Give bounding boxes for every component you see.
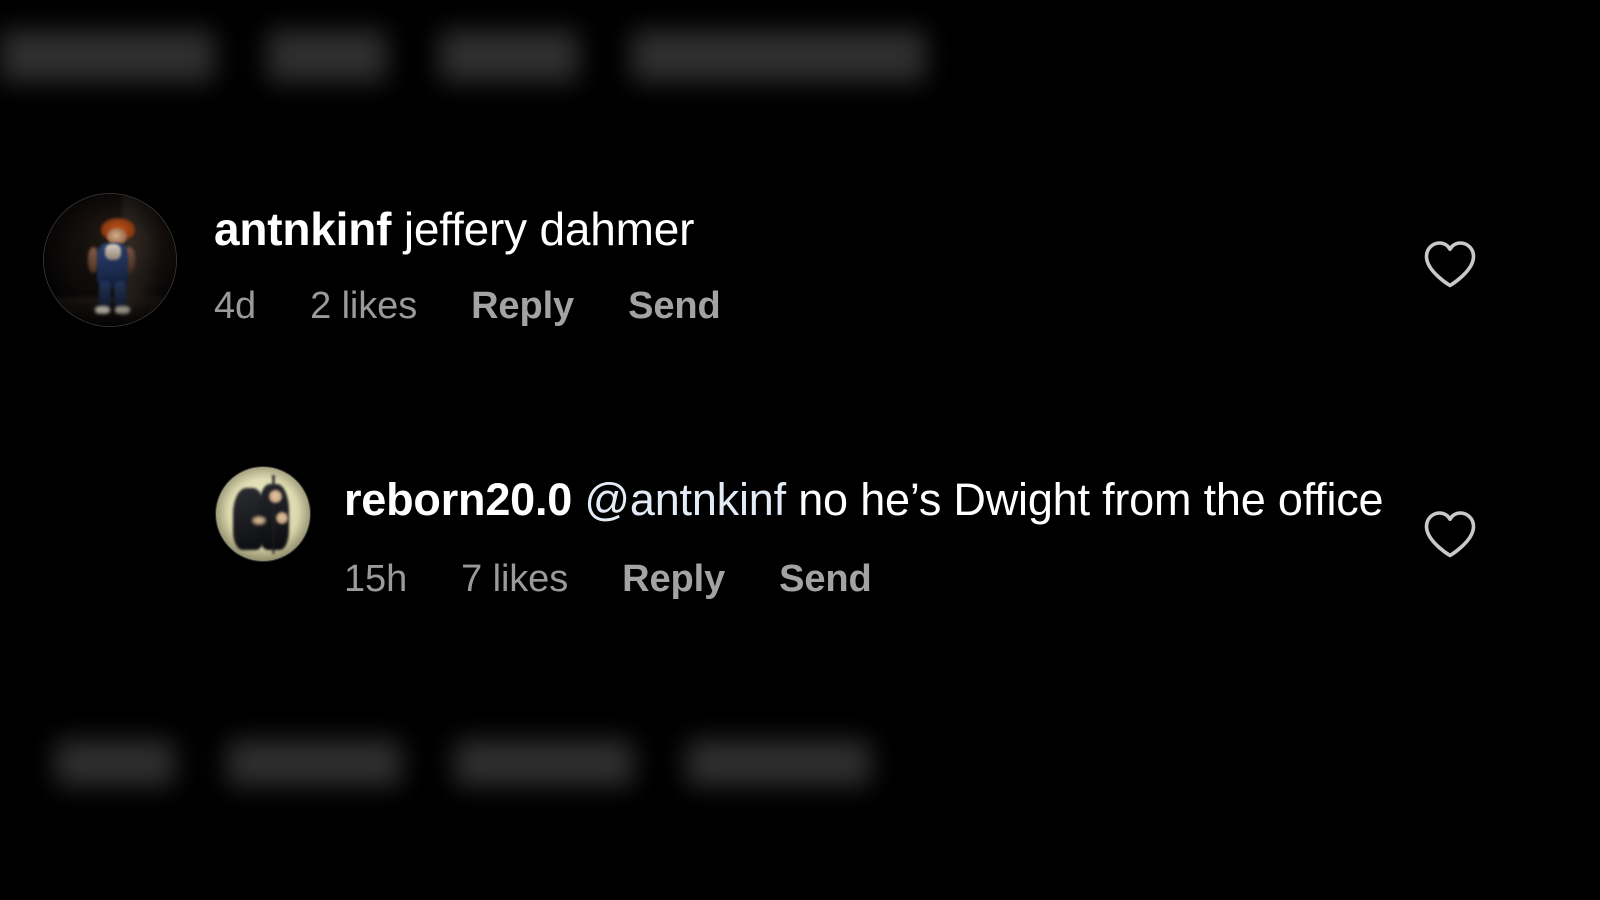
comment-text: antnkinf jeffery dahmer (214, 194, 1564, 263)
avatar-image (44, 194, 176, 326)
comment-item: reborn20.0 @antnkinf no he’s Dwight from… (216, 465, 1566, 601)
blurred-text-chip (439, 30, 579, 82)
blurred-text-chip (227, 740, 402, 786)
comment-likes-count[interactable]: 7 likes (461, 557, 568, 601)
send-button[interactable]: Send (779, 557, 872, 601)
send-button[interactable]: Send (628, 284, 721, 328)
avatar-image (216, 467, 310, 561)
comment-message: no he’s Dwight from the office (798, 474, 1384, 525)
comment-timestamp: 4d (214, 285, 257, 327)
blurred-text-chip (55, 740, 175, 786)
comment-username[interactable]: antnkinf (214, 203, 391, 255)
comment-likes-count[interactable]: 2 likes (310, 284, 417, 328)
blurred-text-chip (631, 30, 926, 82)
heart-outline-icon (1424, 241, 1476, 288)
comment-mention[interactable]: @antnkinf (584, 474, 786, 525)
comment-body: antnkinf jeffery dahmer 4d 2 likes Reply… (214, 194, 1564, 328)
comments-screen: antnkinf jeffery dahmer 4d 2 likes Reply… (0, 0, 1600, 900)
blurred-text-chip (0, 30, 215, 82)
heart-outline-icon (1424, 511, 1476, 558)
reply-button[interactable]: Reply (622, 557, 725, 601)
avatar[interactable] (44, 194, 176, 326)
comment-item: antnkinf jeffery dahmer 4d 2 likes Reply… (44, 194, 1564, 328)
blurred-text-chip (454, 740, 634, 786)
comment-timestamp: 15h (344, 558, 408, 600)
like-button[interactable] (1422, 238, 1478, 290)
avatar[interactable] (216, 467, 310, 561)
comment-meta-row: 15h 7 likes Reply Send (344, 557, 1566, 601)
reply-button[interactable]: Reply (471, 284, 574, 328)
blurred-comment-row-bottom (55, 740, 923, 786)
blurred-text-chip (686, 740, 871, 786)
comment-text: reborn20.0 @antnkinf no he’s Dwight from… (344, 465, 1566, 533)
comment-body: reborn20.0 @antnkinf no he’s Dwight from… (344, 465, 1566, 601)
comment-username[interactable]: reborn20.0 (344, 474, 572, 525)
blurred-text-chip (267, 30, 387, 82)
comment-meta-row: 4d 2 likes Reply Send (214, 284, 1564, 328)
comment-message: jeffery dahmer (403, 203, 695, 255)
blurred-comment-row-top (0, 30, 978, 82)
like-button[interactable] (1422, 508, 1478, 560)
